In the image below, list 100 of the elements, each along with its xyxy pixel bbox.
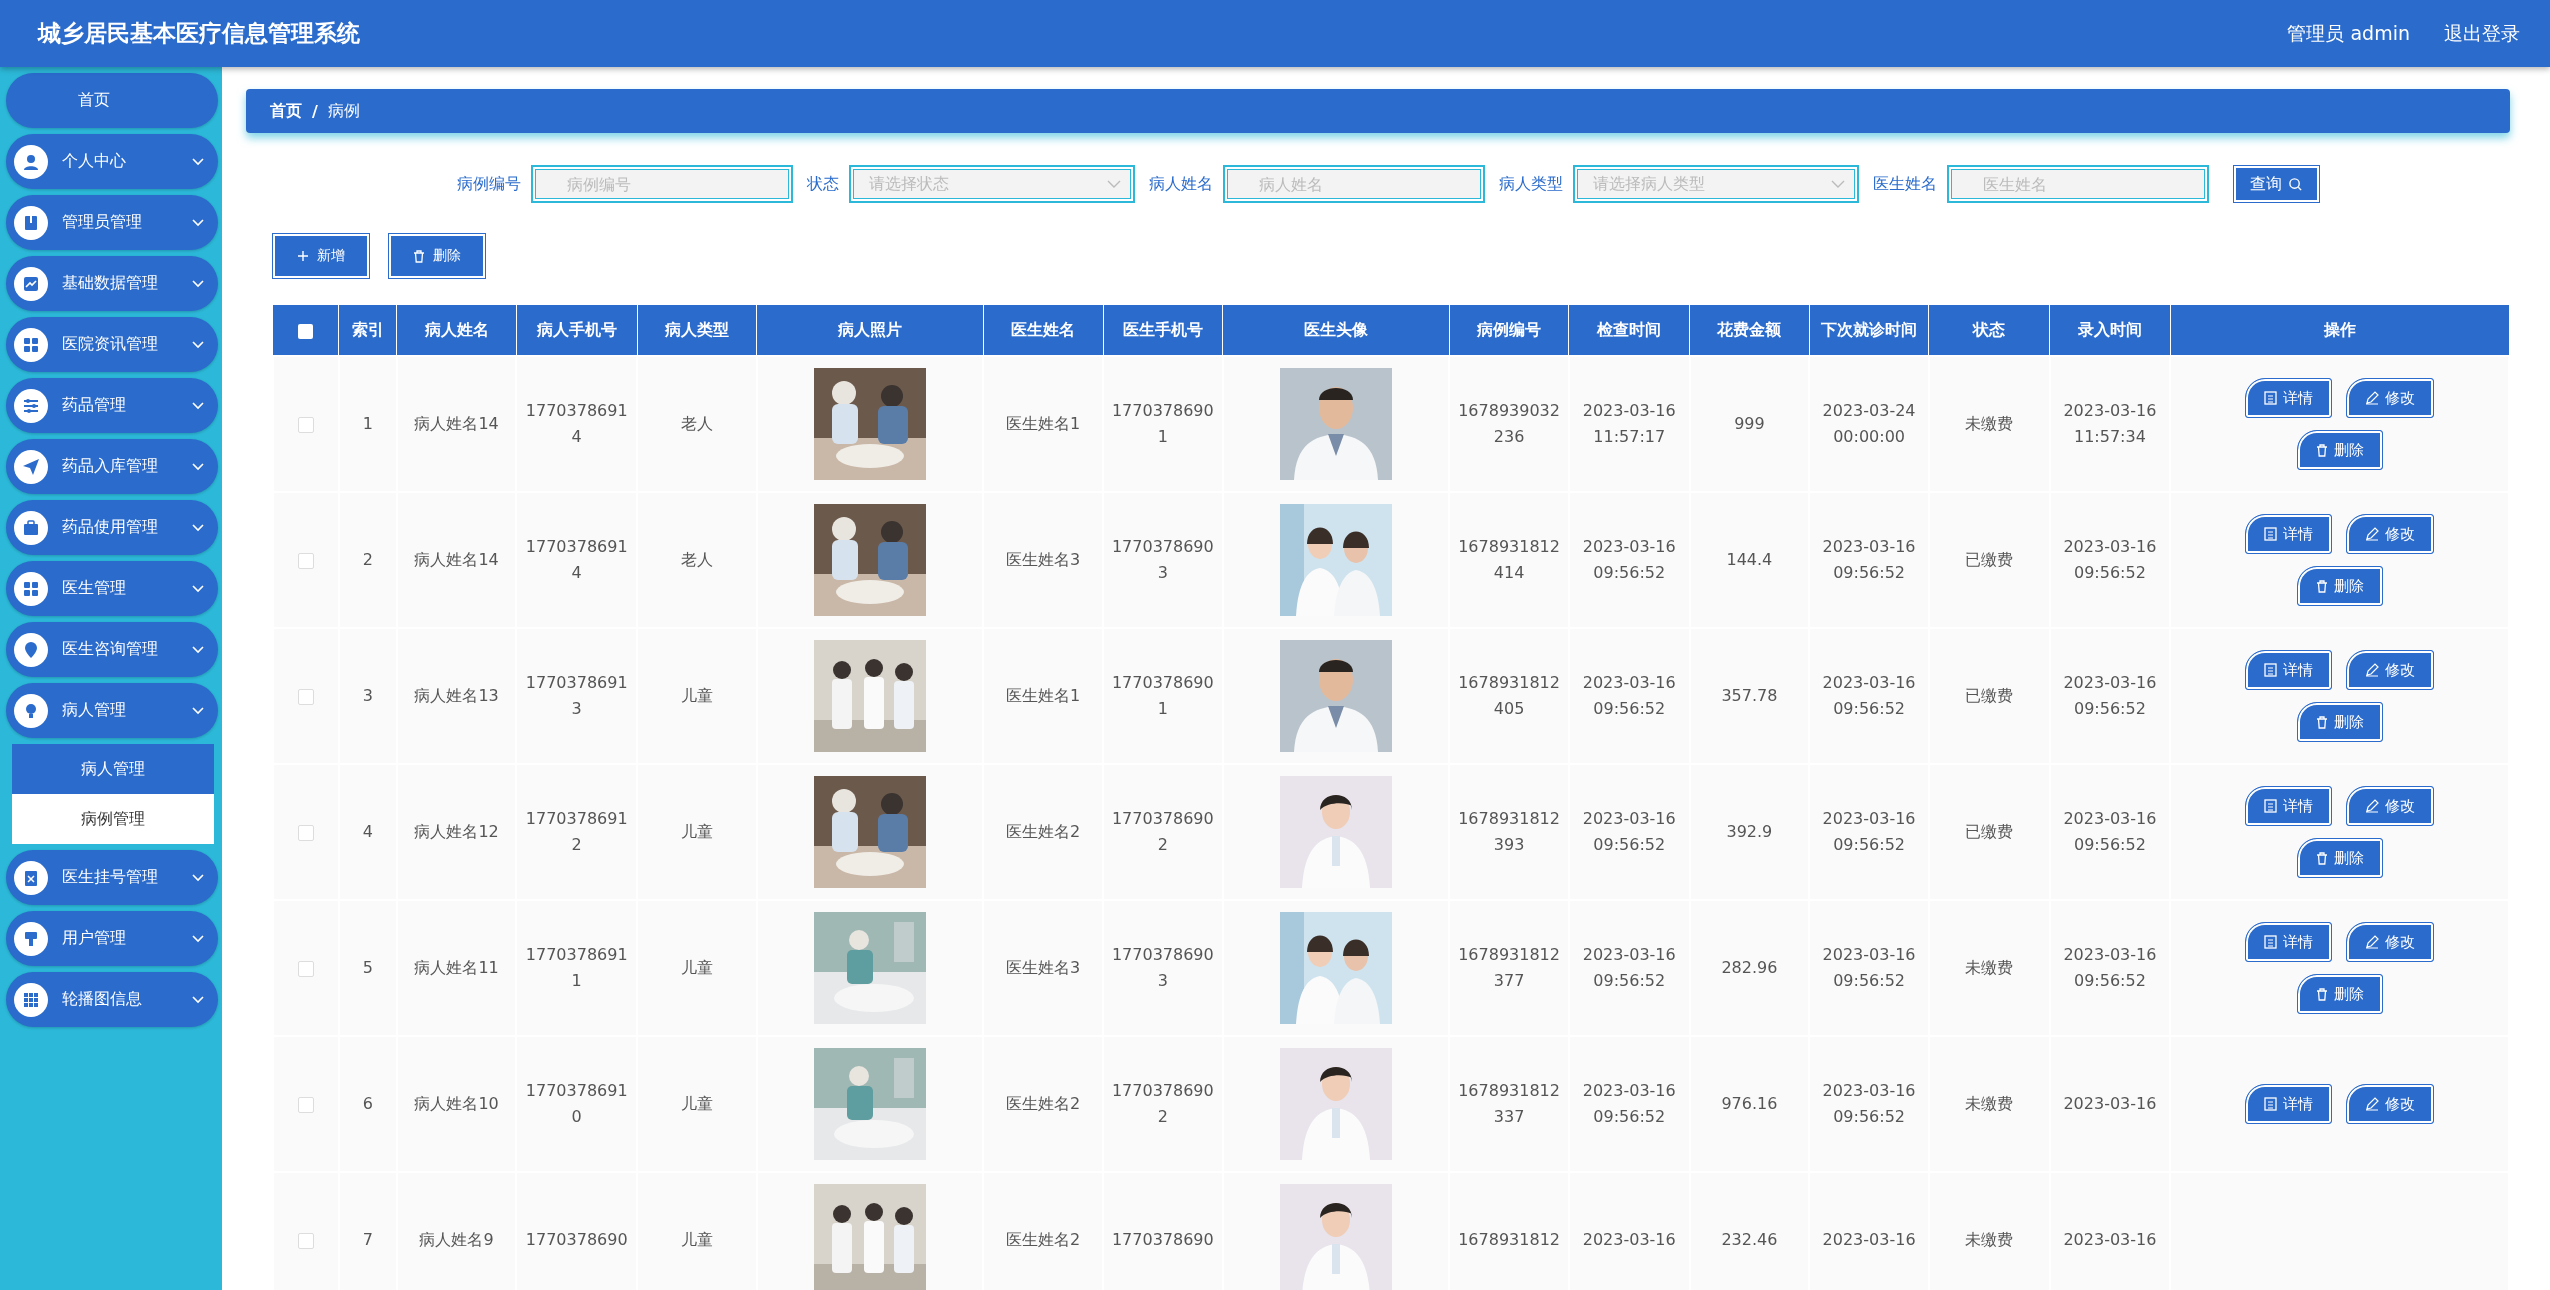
pencil-icon — [2365, 391, 2380, 405]
cost-cell-text: 357.78 — [1721, 685, 1778, 708]
sidebar-item[interactable]: 医生挂号管理 — [6, 850, 218, 905]
sidebar-item[interactable]: 医生管理 — [6, 561, 218, 616]
breadcrumb-separator: / — [312, 101, 318, 121]
chevron-icon — [192, 934, 204, 943]
detail-button[interactable]: 详情 — [2245, 378, 2333, 418]
detail-button[interactable]: 详情 — [2245, 1084, 2333, 1124]
sidebar-item[interactable]: 医生咨询管理 — [6, 622, 218, 677]
input-field[interactable]: 医生姓名 — [1946, 165, 2209, 203]
case-number-cell-text: 1678931812337 — [1457, 1080, 1561, 1128]
stamp-icon — [14, 921, 48, 956]
edit-button[interactable]: 修改 — [2346, 514, 2435, 554]
submenu-item[interactable]: 病例管理 — [12, 794, 214, 844]
phone-cell-text: 17703786910 — [524, 1080, 629, 1128]
type-cell-text: 儿童 — [680, 821, 713, 844]
edit-button[interactable]: 修改 — [2346, 650, 2435, 690]
detail-button[interactable]: 详情 — [2245, 922, 2333, 962]
detail-button[interactable]: 详情 — [2245, 514, 2333, 554]
column-header: 索引 — [338, 305, 397, 356]
breadcrumb-link[interactable]: 首页 — [270, 100, 302, 122]
search-button[interactable]: 查询 — [2232, 165, 2320, 203]
detail-button[interactable]: 详情 — [2245, 650, 2333, 690]
cost-cell-text: 392.9 — [1726, 821, 1773, 844]
row-checkbox[interactable] — [297, 824, 314, 841]
status-cell-text: 未缴费 — [1965, 957, 2014, 980]
delete-button[interactable]: 删除 — [2296, 430, 2383, 470]
book-icon — [14, 205, 48, 240]
document-icon — [2264, 1097, 2278, 1111]
chevron-icon — [192, 340, 204, 349]
delete-button[interactable]: 删除 — [388, 233, 486, 279]
row-checkbox[interactable] — [297, 416, 314, 433]
add-button[interactable]: 新增 — [272, 233, 370, 279]
trash-icon — [2315, 987, 2328, 1001]
phone-cell-text: 17703786911 — [524, 944, 629, 992]
row-checkbox[interactable] — [297, 688, 314, 705]
input-field[interactable]: 病例编号 — [530, 165, 793, 203]
breadcrumb-link[interactable]: 病例 — [327, 100, 360, 122]
row-checkbox[interactable] — [297, 552, 314, 569]
sidebar-item[interactable]: 药品管理 — [6, 378, 218, 433]
sidebar-item[interactable]: 个人中心 — [6, 134, 218, 189]
field-label: 医生姓名 — [1872, 173, 1937, 195]
submenu-item[interactable]: 病人管理 — [12, 744, 214, 794]
sidebar-item[interactable]: 药品使用管理 — [6, 500, 218, 555]
document-icon — [2264, 391, 2278, 405]
status-cell-text: 未缴费 — [1965, 1093, 2014, 1116]
sidebar-item[interactable]: 药品入库管理 — [6, 439, 218, 494]
cost-cell-text: 999 — [1734, 413, 1765, 436]
edit-button[interactable]: 修改 — [2346, 378, 2435, 418]
case-number-cell-text: 1678931812377 — [1457, 944, 1561, 992]
sidebar-item[interactable]: 轮播图信息 — [6, 972, 218, 1027]
column-header: 花费金额 — [1689, 305, 1810, 356]
sidebar-item[interactable]: 首页 — [6, 73, 218, 128]
column-header: 医生手机号 — [1103, 305, 1223, 356]
row-checkbox[interactable] — [297, 960, 314, 977]
sidebar-item[interactable]: 用户管理 — [6, 911, 218, 966]
delete-button[interactable]: 删除 — [2296, 838, 2383, 878]
input-field[interactable]: 病人姓名 — [1222, 165, 1485, 203]
patient-name-cell-text: 病人姓名11 — [414, 957, 499, 980]
column-header: 病例编号 — [1449, 305, 1569, 356]
next-visit-cell-text: 2023-03-16 09:56:52 — [1821, 1080, 1917, 1128]
patient-name-cell-text: 病人姓名12 — [414, 821, 499, 844]
select-all-checkbox[interactable] — [298, 323, 314, 339]
sidebar-item[interactable]: 基础数据管理 — [6, 256, 218, 311]
entry-time-cell-text: 2023-03-16 09:56:52 — [2062, 536, 2158, 584]
chevron-icon — [192, 462, 204, 471]
entry-time-cell-text: 2023-03-16 — [2063, 1093, 2157, 1116]
column-header: 检查时间 — [1568, 305, 1690, 356]
logout-link[interactable]: 退出登录 — [2444, 20, 2520, 47]
row-checkbox[interactable] — [297, 1232, 314, 1249]
column-header: 病人照片 — [756, 305, 984, 356]
edit-button[interactable]: 修改 — [2346, 786, 2435, 826]
column-header: 病人手机号 — [516, 305, 638, 356]
check-time-cell-text: 2023-03-16 — [1582, 1229, 1676, 1252]
phone-cell-text: 1770378690 — [525, 1229, 628, 1252]
pencil-icon — [2365, 799, 2380, 813]
delete-button[interactable]: 删除 — [2296, 566, 2383, 606]
detail-button[interactable]: 详情 — [2245, 786, 2333, 826]
doctor-name-cell-text: 医生姓名3 — [1006, 549, 1081, 572]
entry-time-cell-text: 2023-03-16 — [2063, 1229, 2157, 1252]
patient-name-cell-text: 病人姓名13 — [414, 685, 499, 708]
edit-button[interactable]: 修改 — [2346, 1084, 2435, 1124]
row-checkbox[interactable] — [297, 1096, 314, 1113]
delete-button[interactable]: 删除 — [2296, 974, 2383, 1014]
delete-button[interactable]: 删除 — [2296, 702, 2383, 742]
sidebar-item[interactable]: 管理员管理 — [6, 195, 218, 250]
pencil-icon — [2365, 935, 2380, 949]
patient-name-cell-text: 病人姓名14 — [414, 549, 499, 572]
sidebar-item[interactable]: 医院资讯管理 — [6, 317, 218, 372]
patient-name-cell-text: 病人姓名14 — [414, 413, 499, 436]
type-cell-text: 儿童 — [680, 957, 713, 980]
check-time-cell-text: 2023-03-16 09:56:52 — [1581, 536, 1677, 584]
edit-button[interactable]: 修改 — [2346, 922, 2435, 962]
doctor-phone-cell-text: 17703786902 — [1110, 808, 1215, 856]
send-icon — [14, 449, 48, 484]
user-label: 管理员 admin — [2287, 20, 2410, 46]
sidebar-item[interactable]: 病人管理 — [6, 683, 218, 738]
phone-cell-text: 17703786912 — [524, 808, 629, 856]
status-cell-text: 未缴费 — [1965, 413, 2014, 436]
column-header: 医生头像 — [1222, 305, 1450, 356]
